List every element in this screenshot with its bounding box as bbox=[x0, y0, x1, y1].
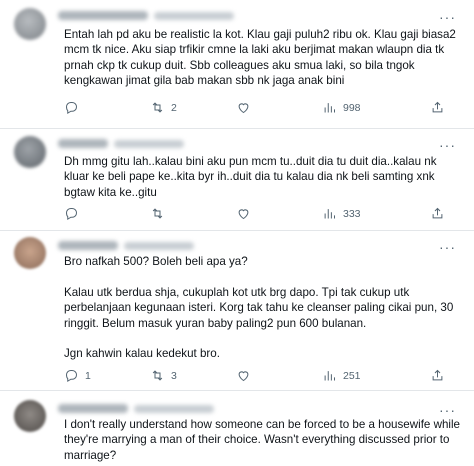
views-icon bbox=[324, 209, 335, 219]
views-button[interactable]: 998 bbox=[322, 100, 361, 115]
share-icon bbox=[432, 207, 443, 219]
author-name-redacted bbox=[58, 139, 108, 148]
repost-icon bbox=[152, 208, 163, 219]
author-name-redacted bbox=[58, 241, 118, 250]
author-header bbox=[58, 241, 194, 250]
share-icon bbox=[432, 101, 443, 113]
more-icon[interactable]: ··· bbox=[439, 137, 456, 153]
post-text: Bro nafkah 500? Boleh beli apa ya? Kalau… bbox=[64, 255, 454, 361]
post-2[interactable]: ··· Dh mmg gitu lah..kalau bini aku pun … bbox=[0, 128, 474, 231]
like-icon bbox=[238, 371, 249, 382]
avatar[interactable] bbox=[14, 237, 46, 269]
post-3[interactable]: ··· Bro nafkah 500? Boleh beli apa ya? K… bbox=[0, 230, 474, 391]
author-handle-redacted bbox=[124, 241, 194, 250]
reply-icon bbox=[65, 208, 78, 221]
author-name-redacted bbox=[58, 404, 128, 413]
reply-button[interactable] bbox=[64, 100, 85, 115]
author-name-redacted bbox=[58, 11, 148, 20]
share-button[interactable] bbox=[430, 100, 445, 115]
repost-button[interactable]: 2 bbox=[150, 100, 177, 115]
author-header bbox=[58, 11, 234, 20]
reply-icon bbox=[65, 102, 78, 115]
views-icon bbox=[324, 371, 335, 381]
post-text: Entah lah pd aku be realistic la kot. Kl… bbox=[64, 28, 456, 88]
avatar[interactable] bbox=[14, 8, 46, 40]
action-bar: 2 998 bbox=[58, 100, 456, 118]
views-button[interactable]: 333 bbox=[322, 206, 361, 221]
share-icon bbox=[432, 369, 443, 381]
like-button[interactable] bbox=[236, 206, 257, 221]
post-4[interactable]: ··· I don't really understand how someon… bbox=[0, 390, 474, 466]
author-header bbox=[58, 139, 184, 148]
like-icon bbox=[238, 209, 249, 220]
post-1[interactable]: ··· Entah lah pd aku be realistic la kot… bbox=[0, 0, 474, 129]
share-button[interactable] bbox=[430, 368, 445, 383]
action-bar: 333 bbox=[58, 206, 456, 224]
reply-button[interactable]: 1 bbox=[64, 368, 91, 383]
author-handle-redacted bbox=[134, 404, 214, 413]
repost-icon bbox=[152, 102, 163, 113]
more-icon[interactable]: ··· bbox=[439, 239, 456, 255]
reply-icon bbox=[65, 370, 78, 383]
avatar[interactable] bbox=[14, 136, 46, 168]
author-handle-redacted bbox=[114, 139, 184, 148]
share-button[interactable] bbox=[430, 206, 445, 221]
views-icon bbox=[324, 103, 335, 113]
more-icon[interactable]: ··· bbox=[439, 9, 456, 25]
repost-button[interactable] bbox=[150, 206, 171, 221]
author-handle-redacted bbox=[154, 11, 234, 20]
repost-icon bbox=[152, 370, 163, 381]
like-button[interactable] bbox=[236, 100, 257, 115]
post-text: I don't really understand how someone ca… bbox=[64, 418, 461, 462]
avatar[interactable] bbox=[14, 400, 46, 432]
author-header bbox=[58, 404, 214, 413]
reply-button[interactable] bbox=[64, 206, 85, 221]
like-button[interactable] bbox=[236, 368, 257, 383]
more-icon[interactable]: ··· bbox=[439, 402, 456, 418]
post-text: Dh mmg gitu lah..kalau bini aku pun mcm … bbox=[64, 155, 437, 199]
action-bar: 1 3 251 bbox=[58, 368, 456, 386]
like-icon bbox=[238, 103, 249, 114]
views-button[interactable]: 251 bbox=[322, 368, 361, 383]
repost-button[interactable]: 3 bbox=[150, 368, 177, 383]
